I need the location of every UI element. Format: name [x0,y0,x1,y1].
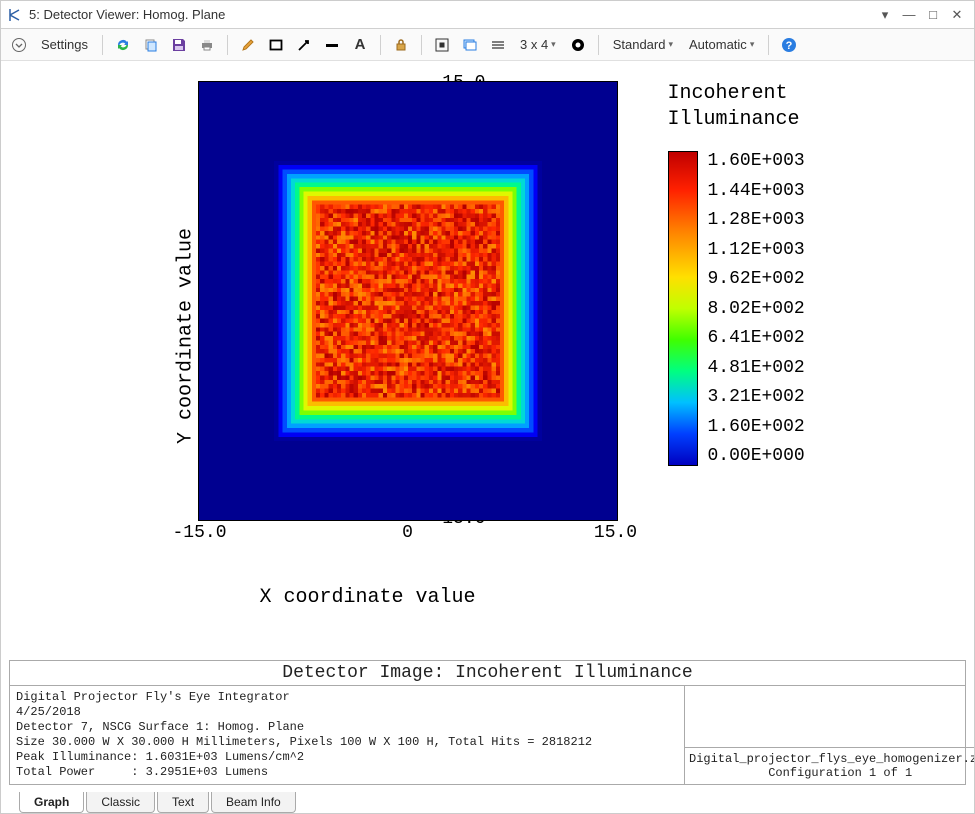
colorbar-tick: 6.41E+002 [708,328,805,348]
colorbar-tick: 1.44E+003 [708,181,805,201]
info-panel: Detector Image: Incoherent Illuminance D… [9,660,966,785]
pencil-icon[interactable] [236,33,260,57]
main-area: Y coordinate value 15.0 0 -15.0 -15.0 0 … [1,61,974,813]
colorbar [668,151,698,466]
colorbar-tick: 1.60E+002 [708,417,805,437]
toolbar: Settings A [1,29,974,61]
bottom-tabs: Graph Classic Text Beam Info [1,785,974,813]
info-line: Size 30.000 W X 30.000 H Millimeters, Pi… [16,735,592,749]
rectangle-icon[interactable] [264,33,288,57]
info-line: Total Power : 3.2951E+03 Lumens [16,765,268,779]
maximize-button[interactable]: □ [922,4,944,26]
colorbar-tick: 4.81E+002 [708,358,805,378]
window-title: 5: Detector Viewer: Homog. Plane [29,7,225,22]
info-title: Detector Image: Incoherent Illuminance [10,661,965,686]
colorbar-tick: 9.62E+002 [708,269,805,289]
legend-title-line: Illuminance [668,108,800,131]
minimize-button[interactable]: — [898,4,920,26]
standard-dropdown[interactable]: Standard [607,33,679,57]
grid-size-dropdown[interactable]: 3 x 4 [514,33,562,57]
colorbar-tick: 8.02E+002 [708,299,805,319]
target-icon[interactable] [566,33,590,57]
dropdown-button[interactable]: ▾ [874,4,896,26]
lock-icon[interactable] [389,33,413,57]
info-file: Digital_projector_flys_eye_homogenizer.z… [685,748,974,784]
colorbar-tick: 0.00E+000 [708,446,805,466]
info-line: Peak Illuminance: 1.6031E+03 Lumens/cm^2 [16,750,304,764]
info-config: Configuration 1 of 1 [768,766,912,780]
tab-beam-info[interactable]: Beam Info [211,792,296,813]
help-icon[interactable]: ? [777,33,801,57]
info-line: Detector 7, NSCG Surface 1: Homog. Plane [16,720,304,734]
colorbar-tick: 1.12E+003 [708,240,805,260]
fit-icon[interactable] [430,33,454,57]
copy-icon[interactable] [139,33,163,57]
legend-title-line: Incoherent [668,82,788,105]
plot-area: Y coordinate value 15.0 0 -15.0 -15.0 0 … [1,61,974,656]
colorbar-tick: 3.21E+002 [708,387,805,407]
print-icon[interactable] [195,33,219,57]
stack-icon[interactable] [486,33,510,57]
x-tick-label: 15.0 [594,523,637,543]
text-icon[interactable]: A [348,33,372,57]
info-file-name: Digital_projector_flys_eye_homogenizer.z… [689,752,974,766]
info-text: Digital Projector Fly's Eye Integrator 4… [10,686,685,784]
colorbar-tick: 1.28E+003 [708,210,805,230]
expand-button[interactable] [7,33,31,57]
info-line: 4/25/2018 [16,705,81,719]
close-button[interactable]: ✕ [946,4,968,26]
arrow-icon[interactable] [292,33,316,57]
save-icon[interactable] [167,33,191,57]
refresh-icon[interactable] [111,33,135,57]
titlebar: 5: Detector Viewer: Homog. Plane ▾ — □ ✕ [1,1,974,29]
line-weight-icon[interactable] [320,33,344,57]
tab-classic[interactable]: Classic [86,792,155,813]
x-tick-label: 0 [402,523,413,543]
svg-text:?: ? [786,40,793,52]
info-line: Digital Projector Fly's Eye Integrator [16,690,290,704]
layers-icon[interactable] [458,33,482,57]
tab-graph[interactable]: Graph [19,792,84,813]
y-axis-label: Y coordinate value [174,228,197,444]
legend-title: Incoherent Illuminance [668,81,908,133]
colorbar-tick: 1.60E+003 [708,151,805,171]
app-icon [7,7,23,23]
colorbar-legend: Incoherent Illuminance 1.60E+003 1.44E+0… [668,81,908,466]
colorbar-ticks: 1.60E+003 1.44E+003 1.28E+003 1.12E+003 … [708,151,805,466]
info-right-top [685,686,974,748]
x-tick-label: -15.0 [172,523,226,543]
x-axis-label: X coordinate value [259,586,475,609]
tab-text[interactable]: Text [157,792,209,813]
heatmap[interactable] [199,82,617,520]
automatic-dropdown[interactable]: Automatic [683,33,760,57]
settings-button[interactable]: Settings [35,33,94,57]
